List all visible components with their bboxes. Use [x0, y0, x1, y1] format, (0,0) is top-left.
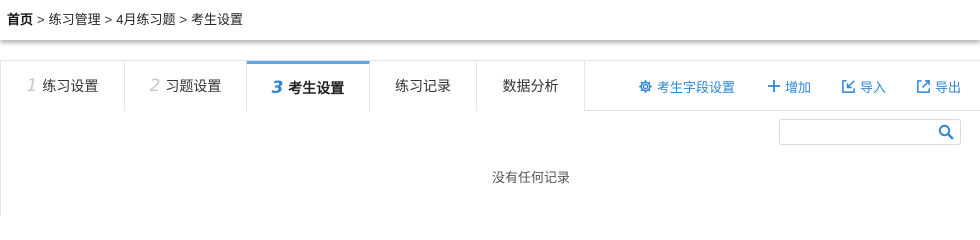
search-input[interactable]	[780, 120, 932, 144]
breadcrumb-separator: >	[37, 12, 45, 27]
breadcrumb-item-practice-management[interactable]: 练习管理	[49, 12, 101, 27]
breadcrumb-item-examinee-settings: 考生设置	[191, 12, 244, 27]
breadcrumb-bar: 首页 > 练习管理 >4月练习题 > 考生设置	[0, 0, 980, 40]
tab-data-analysis[interactable]: 数据分析	[477, 61, 585, 111]
tab-bar: 1 练习设置 2 习题设置 3 考生设置 练习记录 数据分析 考生字段设置 增加…	[1, 61, 980, 112]
import-button[interactable]: 导入	[841, 77, 886, 96]
add-button[interactable]: 增加	[767, 77, 811, 96]
tab-label: 数据分析	[502, 78, 559, 94]
toolbar-actions: 考生字段设置 增加 导入 导出	[638, 61, 980, 111]
breadcrumb-separator: >	[179, 12, 188, 27]
tab-label: 习题设置	[165, 78, 222, 94]
tab-number: 1	[26, 76, 38, 96]
tab-label: 考生设置	[288, 80, 345, 96]
breadcrumb-separator: >	[104, 12, 113, 27]
field-settings-label: 考生字段设置	[656, 79, 735, 95]
plus-icon	[767, 80, 780, 92]
breadcrumb-item-april-practice[interactable]: 4月练习题	[116, 12, 175, 27]
export-icon	[917, 79, 930, 93]
export-label: 导出	[934, 79, 961, 95]
import-label: 导入	[859, 79, 886, 95]
tab-question-settings[interactable]: 2 习题设置	[125, 61, 247, 111]
breadcrumb-home[interactable]: 首页	[7, 12, 33, 27]
tab-examinee-settings[interactable]: 3 考生设置	[247, 61, 370, 112]
search-box	[779, 119, 961, 145]
search-icon[interactable]	[938, 124, 954, 140]
main-panel: 1 练习设置 2 习题设置 3 考生设置 练习记录 数据分析 考生字段设置 增加…	[0, 60, 980, 216]
export-button[interactable]: 导出	[916, 77, 961, 96]
breadcrumb: 首页 > 练习管理 >4月练习题 > 考生设置	[7, 11, 243, 29]
tab-label: 练习设置	[42, 78, 99, 94]
add-label: 增加	[784, 79, 811, 95]
field-settings-button[interactable]: 考生字段设置	[638, 77, 735, 96]
empty-state-message: 没有任何记录	[491, 170, 570, 185]
gear-icon	[639, 79, 652, 93]
tab-practice-settings[interactable]: 1 练习设置	[1, 61, 125, 111]
content-gap	[0, 40, 980, 60]
tab-practice-records[interactable]: 练习记录	[370, 61, 477, 111]
tab-label: 练习记录	[395, 78, 451, 94]
tab-number: 3	[271, 78, 284, 98]
tab-number: 2	[149, 76, 161, 96]
import-icon	[842, 79, 855, 93]
